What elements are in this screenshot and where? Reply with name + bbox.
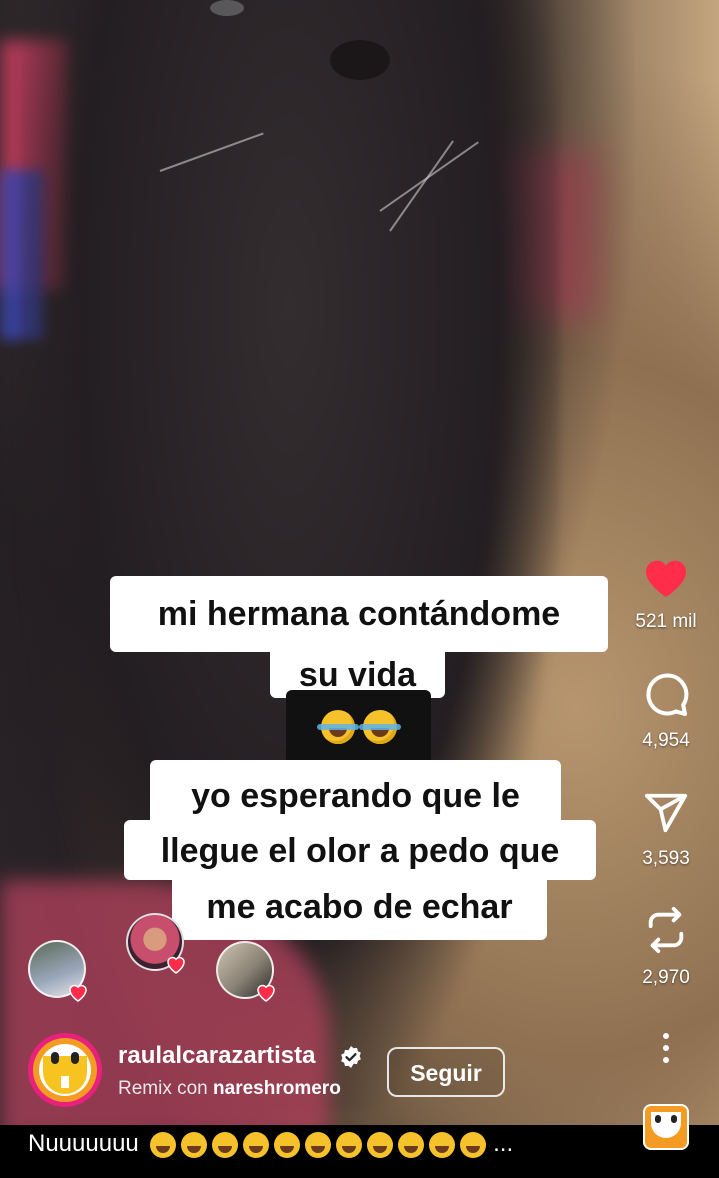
caption-line-4: llegue el olor a pedo que: [124, 820, 596, 880]
rofl-emoji-icon: [429, 1131, 456, 1158]
verified-icon: [341, 1046, 361, 1068]
rofl-emoji-icon: [181, 1131, 208, 1158]
comment-icon[interactable]: [642, 670, 690, 718]
like-action[interactable]: 521 mil: [621, 555, 711, 633]
rofl-emoji-icon: [316, 709, 359, 744]
description-text: Nuuuuuuu: [28, 1130, 139, 1157]
cat-eye: [210, 0, 244, 16]
rofl-emoji-icon: [305, 1131, 332, 1158]
repost-action[interactable]: 2,970: [621, 905, 711, 989]
caption-line-5: me acabo de echar: [172, 876, 547, 940]
audio-icon[interactable]: [643, 1104, 689, 1150]
heart-badge-icon: [257, 984, 275, 1002]
repost-icon[interactable]: [643, 905, 689, 955]
description-more[interactable]: ...: [493, 1130, 513, 1157]
rofl-emoji-icon: [274, 1131, 301, 1158]
heart-icon[interactable]: [642, 555, 690, 599]
rofl-emoji-icon: [358, 709, 401, 744]
comment-action[interactable]: 4,954: [621, 670, 711, 752]
caption-emoji-row: [286, 690, 431, 764]
rofl-emoji-icon: [243, 1131, 270, 1158]
more-icon[interactable]: [661, 1032, 671, 1064]
follow-button[interactable]: Seguir: [387, 1047, 505, 1097]
caption-line-3: yo esperando que le: [150, 760, 561, 826]
rofl-emoji-icon: [367, 1131, 394, 1158]
description-emojis: [145, 1130, 487, 1158]
share-icon[interactable]: [643, 790, 689, 836]
rofl-emoji-icon: [150, 1131, 177, 1158]
remix-credit[interactable]: Remix con nareshromero: [118, 1078, 341, 1100]
reel-screen: mi hermana contándome su vida yo esperan…: [0, 0, 719, 1178]
rofl-emoji-icon: [336, 1131, 363, 1158]
remix-username: nareshromero: [213, 1078, 341, 1099]
description[interactable]: Nuuuuuuu ...: [28, 1130, 513, 1158]
share-count: 3,593: [642, 848, 690, 869]
author-username[interactable]: raulalcarazartista: [118, 1042, 315, 1070]
heart-badge-icon: [69, 984, 87, 1002]
rofl-emoji-icon: [212, 1131, 239, 1158]
rofl-emoji-icon: [460, 1131, 487, 1158]
caption-line-1: mi hermana contándome: [110, 576, 608, 652]
author-avatar[interactable]: [28, 1033, 102, 1107]
rofl-emoji-icon: [398, 1131, 425, 1158]
like-count: 521 mil: [635, 611, 697, 632]
more-options-action[interactable]: [621, 1032, 711, 1070]
share-action[interactable]: 3,593: [621, 790, 711, 870]
repost-count: 2,970: [642, 967, 690, 988]
comment-count: 4,954: [642, 730, 690, 751]
heart-badge-icon: [167, 956, 185, 974]
cat-nose: [330, 40, 390, 80]
